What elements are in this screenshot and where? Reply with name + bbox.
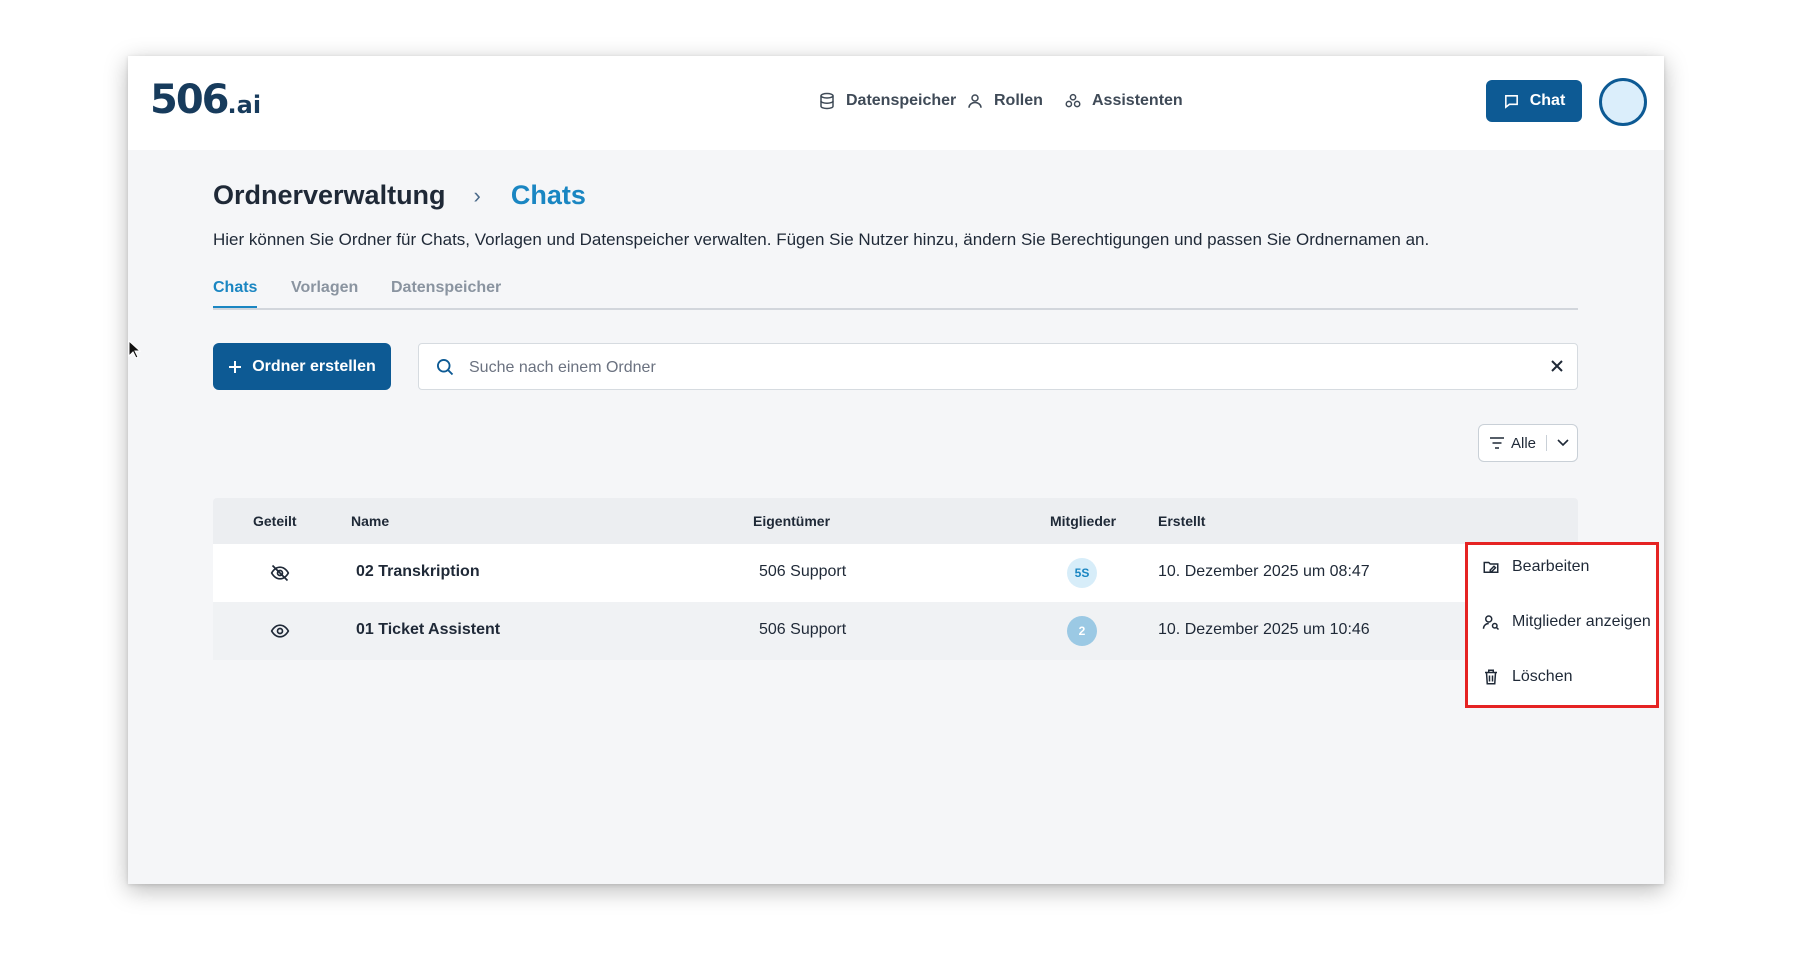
context-menu: Bearbeiten Mitglieder anzeigen Löschen — [1465, 542, 1659, 708]
nav-label: Datenspeicher — [846, 92, 957, 109]
table-row[interactable]: 02 Transkription 506 Support 5S 10. Deze… — [213, 544, 1578, 602]
header-shared: Geteilt — [253, 513, 297, 529]
header-owner: Eigentümer — [753, 513, 831, 529]
create-folder-label: Ordner erstellen — [252, 357, 376, 375]
logo[interactable]: 506.ai — [150, 80, 261, 120]
user-search-icon — [1482, 615, 1500, 631]
members-badge[interactable]: 2 — [1067, 616, 1097, 646]
nav-item-assistenten[interactable]: Assistenten — [1064, 92, 1183, 110]
eye-off-icon — [270, 564, 290, 582]
header-name: Name — [351, 513, 390, 529]
nav-item-datenspeicher[interactable]: Datenspeicher — [818, 92, 956, 110]
close-icon[interactable] — [1549, 358, 1565, 374]
chat-button[interactable]: Chat — [1486, 80, 1582, 122]
nav-item-rollen[interactable]: Rollen — [966, 92, 1043, 110]
menu-label: Mitglieder anzeigen — [1512, 613, 1651, 630]
nav-label: Rollen — [994, 92, 1043, 109]
chevron-down-icon — [1557, 439, 1569, 447]
app-window: 506.ai Datenspeicher Rollen Assistenten … — [128, 56, 1664, 884]
header-members: Mitglieder — [1050, 513, 1117, 529]
folders-table: Geteilt Name Eigentümer Mitglieder Erste… — [213, 498, 1578, 660]
assistants-icon — [1065, 93, 1081, 108]
folder-owner: 506 Support — [759, 621, 847, 638]
table-header: Geteilt Name Eigentümer Mitglieder Erste… — [213, 498, 1578, 544]
plus-icon — [229, 360, 242, 373]
folder-name: 01 Ticket Assistent — [356, 621, 501, 638]
filter-icon — [1490, 437, 1504, 449]
logo-number: 506 — [150, 77, 229, 123]
logo-suffix: .ai — [227, 91, 262, 119]
breadcrumb-separator: › — [473, 182, 481, 208]
filter-divider — [1546, 435, 1548, 451]
menu-item-members[interactable]: Mitglieder anzeigen — [1482, 613, 1651, 631]
filter-dropdown[interactable]: Alle — [1478, 424, 1578, 462]
mouse-pointer-icon — [128, 340, 142, 359]
tab-vorlagen[interactable]: Vorlagen — [291, 279, 358, 297]
header-created: Erstellt — [1158, 513, 1206, 529]
tab-datenspeicher[interactable]: Datenspeicher — [391, 279, 501, 297]
created-date: 10. Dezember 2025 um 08:47 — [1158, 563, 1370, 580]
search-input[interactable] — [467, 354, 1511, 382]
breadcrumb-root[interactable]: Ordnerverwaltung — [213, 180, 446, 211]
user-avatar[interactable] — [1599, 78, 1647, 126]
menu-label: Löschen — [1512, 668, 1573, 685]
folder-name: 02 Transkription — [356, 563, 480, 580]
table-row[interactable]: 01 Ticket Assistent 506 Support 2 10. De… — [213, 602, 1578, 660]
nav-label: Assistenten — [1092, 92, 1183, 109]
trash-icon — [1485, 669, 1497, 685]
user-icon — [968, 94, 982, 108]
database-icon — [820, 92, 834, 110]
folder-edit-icon — [1483, 561, 1499, 573]
top-navigation: 506.ai Datenspeicher Rollen Assistenten … — [128, 56, 1664, 150]
page-description: Hier können Sie Ordner für Chats, Vorlag… — [213, 230, 1430, 249]
search-icon — [437, 359, 454, 376]
tab-chats[interactable]: Chats — [213, 279, 258, 308]
menu-item-edit[interactable]: Bearbeiten — [1482, 558, 1589, 576]
members-badge[interactable]: 5S — [1067, 558, 1097, 588]
folder-owner: 506 Support — [759, 563, 847, 580]
create-folder-button[interactable]: Ordner erstellen — [213, 343, 391, 390]
chat-bubble-icon — [1504, 94, 1518, 109]
menu-label: Bearbeiten — [1512, 558, 1590, 575]
created-date: 10. Dezember 2025 um 10:46 — [1158, 621, 1370, 638]
breadcrumb-current: Chats — [510, 180, 586, 210]
eye-icon — [270, 624, 290, 638]
filter-label: Alle — [1511, 434, 1537, 452]
tab-bar: Chats Vorlagen Datenspeicher — [213, 279, 1578, 310]
search-box — [418, 343, 1578, 390]
chat-button-label: Chat — [1529, 92, 1566, 109]
menu-item-delete[interactable]: Löschen — [1482, 668, 1573, 686]
breadcrumb: Ordnerverwaltung › Chats — [213, 180, 586, 211]
